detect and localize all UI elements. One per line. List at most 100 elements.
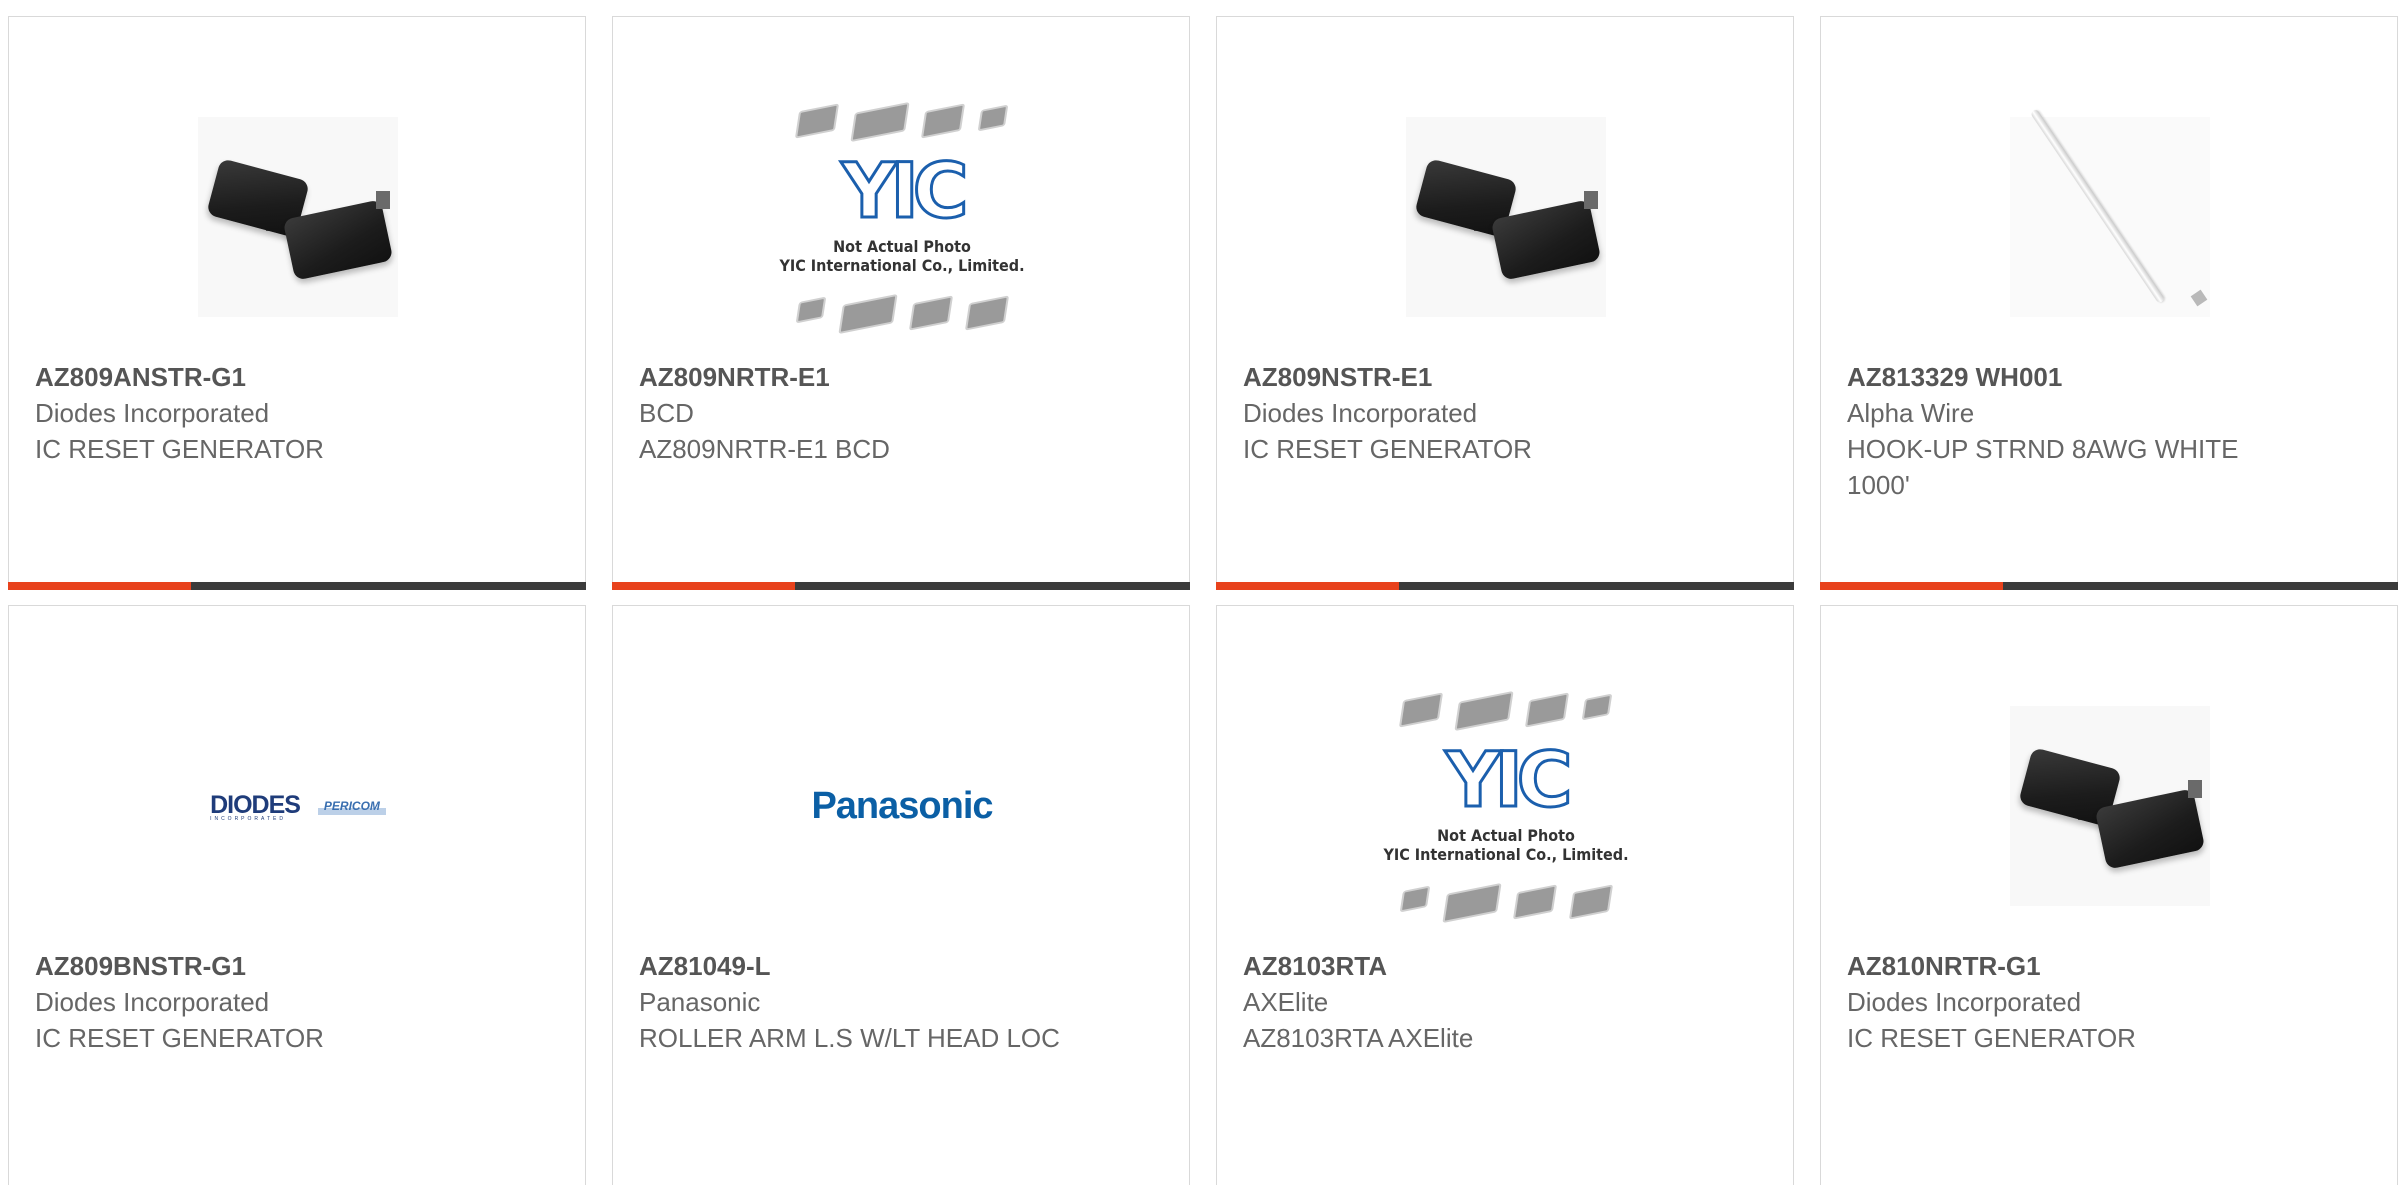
product-image[interactable]: Panasonic bbox=[613, 661, 1191, 951]
manufacturer-name: Diodes Incorporated bbox=[1243, 398, 1478, 428]
part-number-link[interactable]: AZ813329 WH001 bbox=[1847, 359, 2307, 395]
ic-package-icon bbox=[850, 101, 910, 143]
part-number-link[interactable]: AZ809NSTR-E1 bbox=[1243, 359, 1703, 395]
diodes-wordmark: DIODES bbox=[210, 790, 301, 819]
package-icons-row bbox=[762, 293, 1042, 335]
product-description: AZ809NRTR-E1 BCD bbox=[639, 434, 890, 464]
product-image[interactable] bbox=[1821, 72, 2399, 362]
ic-package-icon bbox=[1398, 692, 1444, 728]
manufacturer-name: Diodes Incorporated bbox=[35, 398, 270, 428]
sot23-chip-photo bbox=[1406, 117, 1606, 317]
part-number-link[interactable]: AZ810NRTR-G1 bbox=[1847, 948, 2307, 984]
product-image[interactable] bbox=[9, 72, 587, 362]
yic-logo: YIC bbox=[840, 146, 970, 235]
product-info: AZ809BNSTR-G1 Diodes Incorporated IC RES… bbox=[35, 948, 495, 1056]
product-card[interactable]: YIC Not Actual Photo YIC International C… bbox=[1216, 605, 1794, 1185]
part-number-link[interactable]: AZ809NRTR-E1 bbox=[639, 359, 1099, 395]
ic-package-icon bbox=[794, 103, 840, 139]
product-card[interactable]: AZ813329 WH001 Alpha Wire HOOK-UP STRND … bbox=[1820, 16, 2398, 590]
card-accent-bar bbox=[8, 582, 191, 590]
product-card[interactable]: AZ809NSTR-E1 Diodes Incorporated IC RESE… bbox=[1216, 16, 1794, 590]
product-card[interactable]: YIC Not Actual Photo YIC International C… bbox=[612, 16, 1190, 590]
part-number-link[interactable]: AZ81049-L bbox=[639, 948, 1099, 984]
package-icons-row bbox=[762, 101, 1042, 143]
product-info: AZ8103RTA AXElite AZ8103RTA AXElite bbox=[1243, 948, 1703, 1056]
yic-caption: Not Actual Photo YIC International Co., … bbox=[1366, 826, 1646, 864]
ic-package-icon bbox=[977, 104, 1009, 132]
ic-package-icon bbox=[1524, 692, 1570, 728]
yic-placeholder-image: YIC Not Actual Photo YIC International C… bbox=[1366, 676, 1646, 936]
card-accent-bar bbox=[612, 582, 795, 590]
product-description: ROLLER ARM L.S W/LT HEAD LOC bbox=[639, 1023, 1060, 1053]
ic-package-icon bbox=[1442, 882, 1502, 924]
part-number-link[interactable]: AZ809BNSTR-G1 bbox=[35, 948, 495, 984]
yic-caption: Not Actual Photo YIC International Co., … bbox=[762, 237, 1042, 275]
chip-lead bbox=[376, 191, 390, 209]
product-info: AZ809NSTR-E1 Diodes Incorporated IC RESE… bbox=[1243, 359, 1703, 467]
package-icons-row bbox=[1366, 882, 1646, 924]
product-image[interactable] bbox=[1217, 72, 1795, 362]
product-image[interactable]: YIC Not Actual Photo YIC International C… bbox=[613, 72, 1191, 362]
yic-placeholder-image: YIC Not Actual Photo YIC International C… bbox=[762, 87, 1042, 347]
ic-package-icon bbox=[1454, 690, 1514, 732]
product-info: AZ809ANSTR-G1 Diodes Incorporated IC RES… bbox=[35, 359, 495, 467]
manufacturer-name: Alpha Wire bbox=[1847, 398, 1975, 428]
product-card[interactable]: Panasonic AZ81049-L Panasonic ROLLER ARM… bbox=[612, 605, 1190, 1185]
sot23-chip-photo bbox=[2010, 706, 2210, 906]
product-description: HOOK-UP STRND 8AWG WHITE 1000' bbox=[1847, 434, 2239, 500]
part-number-link[interactable]: AZ8103RTA bbox=[1243, 948, 1703, 984]
wire-end bbox=[2190, 289, 2208, 307]
product-card[interactable]: AZ809ANSTR-G1 Diodes Incorporated IC RES… bbox=[8, 16, 586, 590]
product-info: AZ813329 WH001 Alpha Wire HOOK-UP STRND … bbox=[1847, 359, 2307, 503]
product-description: IC RESET GENERATOR bbox=[1847, 1023, 2136, 1053]
manufacturer-name: AXElite bbox=[1243, 987, 1329, 1017]
product-description: IC RESET GENERATOR bbox=[35, 434, 324, 464]
ic-package-icon bbox=[1512, 884, 1558, 920]
yic-caption-line: YIC International Co., Limited. bbox=[1383, 845, 1629, 864]
yic-caption-line: Not Actual Photo bbox=[833, 237, 971, 256]
manufacturer-name: Diodes Incorporated bbox=[35, 987, 270, 1017]
product-info: AZ810NRTR-G1 Diodes Incorporated IC RESE… bbox=[1847, 948, 2307, 1056]
yic-caption-line: Not Actual Photo bbox=[1437, 826, 1575, 845]
yic-logo: YIC bbox=[1444, 735, 1574, 824]
card-bottom-bar bbox=[8, 582, 586, 590]
product-info: AZ809NRTR-E1 BCD AZ809NRTR-E1 BCD bbox=[639, 359, 1099, 467]
ic-package-icon bbox=[964, 295, 1010, 331]
product-image[interactable]: YIC Not Actual Photo YIC International C… bbox=[1217, 661, 1795, 951]
pericom-wordmark: PERICOM bbox=[317, 797, 386, 815]
ic-package-icon bbox=[1399, 885, 1431, 913]
product-image[interactable] bbox=[1821, 661, 2399, 951]
diodes-pericom-logo: DIODES INCORPORATED PERICOM bbox=[210, 791, 386, 822]
card-bottom-bar bbox=[1820, 582, 2398, 590]
ic-package-icon bbox=[838, 293, 898, 335]
part-number-link[interactable]: AZ809ANSTR-G1 bbox=[35, 359, 495, 395]
diodes-logo: DIODES INCORPORATED bbox=[210, 790, 301, 822]
wire-strand bbox=[2030, 108, 2166, 304]
white-wire-photo bbox=[2010, 108, 2210, 317]
product-card[interactable]: DIODES INCORPORATED PERICOM AZ809BNSTR-G… bbox=[8, 605, 586, 1185]
chip-lead bbox=[1584, 191, 1598, 209]
manufacturer-name: BCD bbox=[639, 398, 694, 428]
card-accent-bar bbox=[1820, 582, 2003, 590]
product-image[interactable]: DIODES INCORPORATED PERICOM bbox=[9, 661, 587, 951]
manufacturer-name: Diodes Incorporated bbox=[1847, 987, 2082, 1017]
sot23-chip-photo bbox=[198, 117, 398, 317]
ic-package-icon bbox=[908, 295, 954, 331]
card-accent-bar bbox=[1216, 582, 1399, 590]
ic-package-icon bbox=[1568, 884, 1614, 920]
chip-lead bbox=[2188, 780, 2202, 798]
package-icons-row bbox=[1366, 690, 1646, 732]
ic-package-icon bbox=[1581, 693, 1613, 721]
card-bottom-bar bbox=[612, 582, 1190, 590]
ic-package-icon bbox=[795, 296, 827, 324]
card-bottom-bar bbox=[1216, 582, 1794, 590]
product-description: IC RESET GENERATOR bbox=[35, 1023, 324, 1053]
panasonic-logo: Panasonic bbox=[811, 784, 993, 827]
product-description: AZ8103RTA AXElite bbox=[1243, 1023, 1474, 1053]
manufacturer-name: Panasonic bbox=[639, 987, 761, 1017]
yic-caption-line: YIC International Co., Limited. bbox=[779, 256, 1025, 275]
ic-package-icon bbox=[920, 103, 966, 139]
product-info: AZ81049-L Panasonic ROLLER ARM L.S W/LT … bbox=[639, 948, 1099, 1056]
product-grid: AZ809ANSTR-G1 Diodes Incorporated IC RES… bbox=[8, 16, 2400, 1185]
product-card[interactable]: AZ810NRTR-G1 Diodes Incorporated IC RESE… bbox=[1820, 605, 2398, 1185]
